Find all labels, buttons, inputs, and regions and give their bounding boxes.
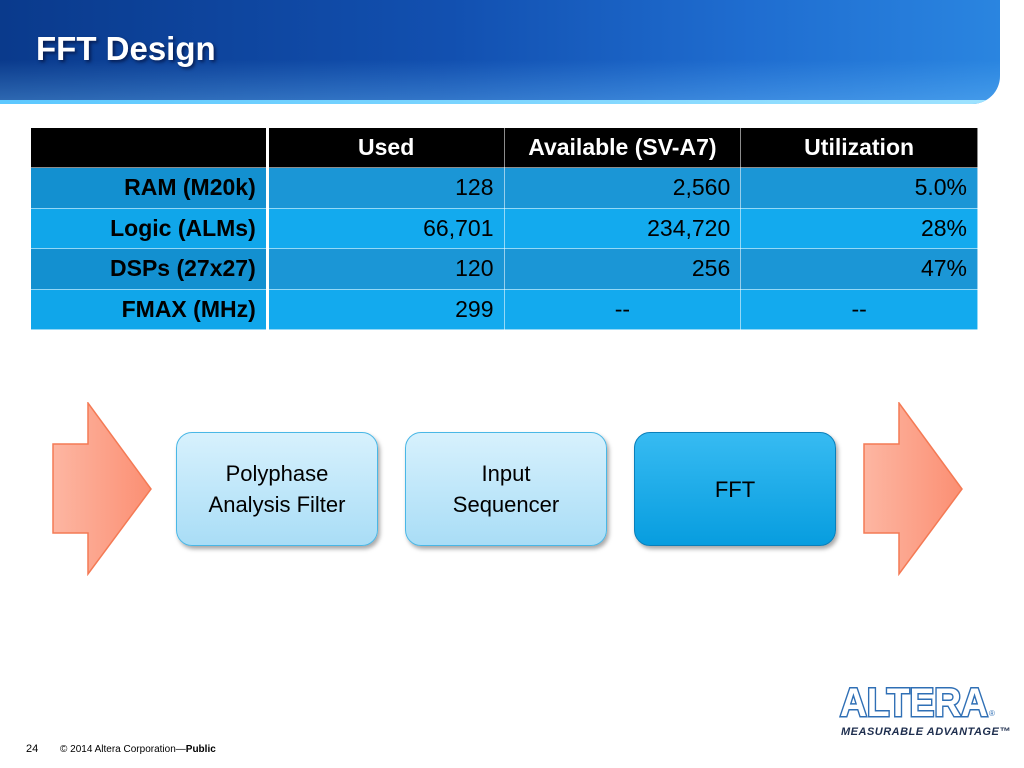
- table-header-corner: [30, 127, 269, 168]
- table-header-utilization: Utilization: [740, 127, 978, 168]
- cell-available: 256: [503, 248, 742, 290]
- output-arrow-icon: [863, 402, 963, 576]
- cell-utilization: 47%: [740, 248, 978, 290]
- banner-accent-line: [0, 100, 1000, 104]
- row-label: FMAX (MHz): [30, 288, 269, 330]
- block-label: Input Sequencer: [452, 461, 560, 517]
- cell-available: 2,560: [503, 167, 742, 209]
- table-header-row: Used Available (SV-A7) Utilization: [30, 127, 978, 168]
- cell-used: 66,701: [266, 207, 505, 249]
- copyright-text: © 2014 Altera Corporation—: [60, 744, 186, 755]
- altera-logo: ALTERA ®: [839, 682, 996, 724]
- cell-utilization: --: [740, 288, 978, 330]
- logo-wordmark: ALTERA: [840, 682, 988, 724]
- logo-tagline: MEASURABLE ADVANTAGE™: [841, 726, 1011, 738]
- block-label: FFT: [714, 476, 756, 502]
- row-label: RAM (M20k): [30, 167, 269, 209]
- resource-utilization-table: Used Available (SV-A7) Utilization RAM (…: [30, 127, 978, 330]
- input-sequencer-block: Input Sequencer: [405, 432, 607, 546]
- cell-used: 120: [266, 248, 505, 290]
- row-label: Logic (ALMs): [30, 207, 269, 249]
- page-number: 24: [26, 743, 39, 755]
- table-row: DSPs (27x27) 120 256 47%: [30, 248, 978, 290]
- row-label: DSPs (27x27): [30, 248, 269, 290]
- table-row: FMAX (MHz) 299 -- --: [30, 288, 978, 330]
- cell-used: 299: [266, 288, 505, 330]
- table-row: Logic (ALMs) 66,701 234,720 28%: [30, 207, 978, 249]
- cell-utilization: 28%: [740, 207, 978, 249]
- cell-utilization: 5.0%: [740, 167, 978, 209]
- cell-available: --: [503, 288, 742, 330]
- copyright-notice: © 2014 Altera Corporation—Public: [60, 744, 216, 755]
- block-label: Polyphase Analysis Filter: [208, 461, 346, 517]
- input-arrow-icon: [52, 402, 152, 576]
- table-header-available: Available (SV-A7): [503, 127, 742, 168]
- polyphase-analysis-filter-block: Polyphase Analysis Filter: [176, 432, 378, 546]
- table-row: RAM (M20k) 128 2,560 5.0%: [30, 167, 978, 209]
- fft-block: FFT: [634, 432, 836, 546]
- classification-label: Public: [185, 744, 216, 755]
- cell-available: 234,720: [503, 207, 742, 249]
- slide-title: FFT Design: [36, 30, 216, 67]
- cell-used: 128: [266, 167, 505, 209]
- registered-mark-icon: ®: [989, 709, 995, 718]
- table-header-used: Used: [266, 127, 505, 168]
